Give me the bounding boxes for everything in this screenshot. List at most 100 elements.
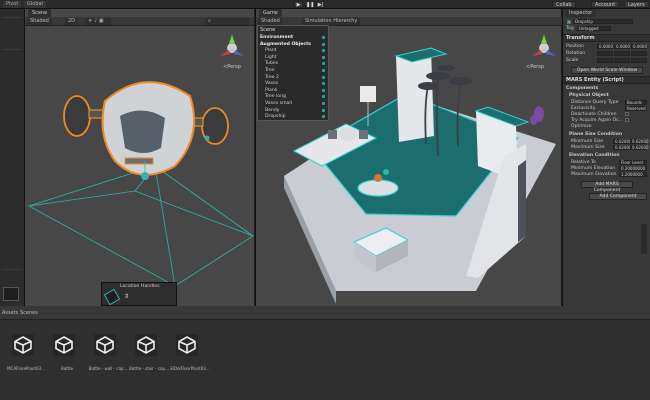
exclusivity-label: Exclusivity [571, 106, 596, 111]
max-size-x-field[interactable]: 0.02000 [613, 145, 632, 150]
tab-simulation[interactable]: Game [259, 9, 282, 17]
hierarchy-strip [0, 9, 25, 306]
physical-object-header[interactable]: Physical Object [569, 93, 609, 98]
tag-select[interactable]: Untagged [577, 26, 611, 31]
asset-item[interactable]: Battle - stair - cap... [129, 330, 169, 375]
transform-header[interactable]: Transform [563, 34, 650, 42]
hierarchy-item[interactable]: Bendy [265, 108, 280, 113]
layers-button[interactable]: Layers [624, 1, 649, 8]
visibility-icon[interactable] [322, 49, 325, 53]
asset-item[interactable]: MCAFlorePlant03... [6, 330, 45, 375]
simulation-hierarchy-panel: Scene Environment Augmented Objects Plant L… [257, 25, 329, 121]
dropship-left-engine [63, 95, 91, 137]
hierarchy-item[interactable]: Tree [265, 68, 275, 73]
pivot-toggle[interactable]: Pivot [3, 1, 22, 8]
global-toggle[interactable]: Global [24, 1, 46, 8]
hierarchy-item[interactable]: Vases small [265, 101, 292, 106]
add-mars-component-button[interactable]: Add MARS Component [581, 181, 633, 193]
scene-view[interactable]: Scene Shaded 2D ☀ ♪ ▣ ⌕ <Persp [25, 9, 254, 306]
hierarchy-item[interactable]: Plank [265, 88, 277, 93]
scene-lighting-toggle[interactable]: ☀ ♪ ▣ [85, 18, 111, 25]
collab-button[interactable]: Collab [552, 1, 576, 8]
plane-size-header[interactable]: Plane Size Condition [569, 132, 622, 137]
visibility-icon[interactable] [322, 69, 325, 72]
handle-move-icon[interactable]: ⇕ [124, 293, 129, 300]
distance-query-select[interactable]: Bounds [625, 100, 647, 105]
breadcrumb-scenes[interactable]: Scenes [20, 310, 38, 316]
position-y-field[interactable]: 0.0000 [614, 44, 630, 49]
strip-divider [2, 269, 22, 270]
asset-item[interactable]: Battle [47, 330, 83, 375]
position-x-field[interactable]: 0.0000 [597, 44, 613, 49]
project-breadcrumb-bar: Assets Scenes [0, 306, 650, 320]
account-button[interactable]: Account [591, 1, 620, 8]
hierarchy-item[interactable]: Tubes [265, 61, 278, 66]
relative-to-select[interactable]: Floor Level [619, 160, 647, 165]
min-size-y-field[interactable]: 0.02000 [630, 139, 649, 144]
bookshelf-shadow [518, 160, 526, 242]
pause-button[interactable]: ❚❚ [305, 1, 314, 8]
rotation-x-field[interactable] [597, 51, 613, 56]
max-elevation-field[interactable]: 1.2000000 [619, 172, 647, 177]
handle-tool-icon[interactable] [103, 288, 121, 306]
min-elevation-label: Minimum Elevation [571, 166, 616, 171]
hierarchy-item[interactable]: Augmented Objects [260, 42, 311, 47]
exclusivity-select[interactable]: Reserved [625, 106, 647, 111]
scene-shading-select[interactable]: Shaded [27, 18, 52, 25]
object-active-checkbox[interactable] [567, 20, 571, 24]
scale-z-field[interactable] [631, 58, 647, 63]
rotation-y-field[interactable] [614, 51, 630, 56]
visibility-icon[interactable] [322, 55, 325, 59]
hierarchy-item[interactable]: Dropship [265, 114, 286, 119]
visibility-icon[interactable] [322, 82, 325, 86]
visibility-icon[interactable] [322, 42, 325, 46]
location-handles-popup: Location Handles ⇕ [101, 282, 177, 306]
dropship-model [63, 81, 229, 180]
hierarchy-item[interactable]: Tree long [265, 94, 286, 99]
hierarchy-item[interactable]: Vases [265, 81, 278, 86]
add-component-button[interactable]: Add Component [589, 193, 647, 200]
unity-scene-icon [135, 334, 157, 356]
unity-scene-icon [12, 334, 34, 356]
hierarchy-item[interactable]: Environment [260, 35, 293, 40]
visibility-icon[interactable] [322, 95, 325, 99]
visibility-icon[interactable] [322, 36, 325, 39]
deactivate-children-checkbox[interactable] [625, 112, 629, 116]
hierarchy-item[interactable]: Light [265, 55, 276, 60]
simulation-hierarchy-label[interactable]: Simulation Hierarchy [302, 18, 361, 25]
object-name-field[interactable]: Dropship [573, 19, 633, 24]
visibility-icon[interactable] [322, 62, 325, 66]
game-shading-select[interactable]: Shaded [258, 18, 283, 25]
scale-x-field[interactable] [597, 58, 613, 63]
min-size-x-field[interactable]: 0.02000 [613, 139, 632, 144]
visibility-icon[interactable] [322, 88, 325, 92]
play-button[interactable]: ▶ [294, 1, 303, 8]
min-elevation-field[interactable]: 0.20000000 [619, 166, 647, 171]
elevation-header[interactable]: Elevation Condition [569, 153, 620, 158]
tab-inspector[interactable]: Inspector [565, 9, 597, 17]
try-acquire-checkbox[interactable] [625, 118, 629, 122]
visibility-icon[interactable] [322, 75, 325, 79]
scene-2d-toggle[interactable]: 2D [65, 18, 79, 25]
asset-item[interactable]: ElDolFloorPlant03... [170, 330, 210, 375]
hierarchy-item[interactable]: Plant [265, 48, 277, 53]
visibility-icon[interactable] [322, 115, 325, 119]
open-world-scale-button[interactable]: Open World Scale Window [571, 67, 643, 74]
visibility-icon[interactable] [322, 108, 325, 112]
step-button[interactable]: ▶| [316, 1, 325, 8]
scene-search-input[interactable]: ⌕ [205, 18, 249, 25]
tab-scene[interactable]: Scene [28, 9, 52, 17]
scale-y-field[interactable] [614, 58, 630, 63]
rotation-z-field[interactable] [631, 51, 647, 56]
hierarchy-item[interactable]: Tree 2 [265, 75, 279, 80]
position-z-field[interactable]: 0.0000 [631, 44, 647, 49]
dropship-handle [204, 135, 210, 141]
mars-entity-header[interactable]: MARS Entity (Script) [563, 76, 650, 84]
max-size-y-field[interactable]: 0.02000 [630, 145, 649, 150]
inspector-scrollbar[interactable] [641, 224, 647, 254]
scene-viewport[interactable]: <Persp [25, 26, 254, 306]
visibility-icon[interactable] [322, 102, 325, 105]
asset-item[interactable]: Battle - wall - cap... [88, 330, 127, 375]
breadcrumb-assets[interactable]: Assets [2, 310, 18, 316]
tag-label: Tag [566, 26, 574, 31]
